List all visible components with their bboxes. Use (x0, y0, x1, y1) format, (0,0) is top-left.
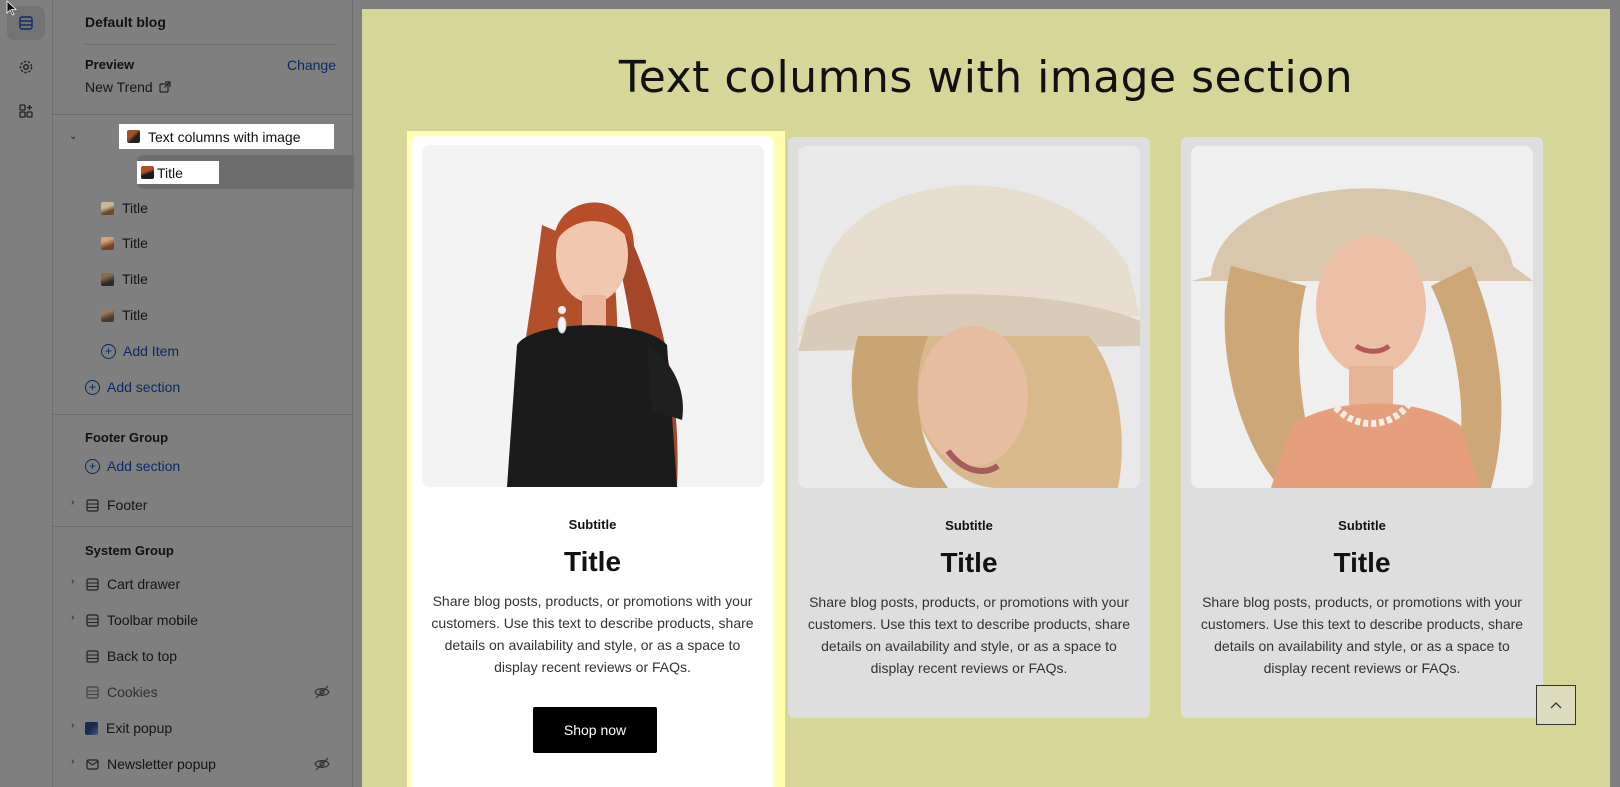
section-label: Toolbar mobile (107, 612, 199, 628)
block-label: Title (122, 200, 148, 216)
system-group-title: System Group (85, 543, 174, 558)
section-label: Cookies (107, 684, 158, 700)
section-label: Exit popup (106, 720, 173, 736)
column-subtitle: Subtitle (568, 517, 617, 532)
preview-page: Text columns with image section Subtitle… (362, 9, 1610, 787)
add-section-label: Add section (107, 379, 181, 395)
divider (53, 114, 352, 115)
column-description: Share blog posts, products, or promotion… (431, 593, 754, 675)
column-image (422, 145, 764, 487)
column-title: Title (563, 546, 622, 577)
plus-circle-icon: + (85, 379, 100, 395)
plus-circle-icon: + (85, 458, 100, 474)
add-item-label: Add Item (123, 343, 180, 359)
column-description: Share blog posts, products, or promotion… (807, 594, 1131, 676)
block-item-1[interactable]: Title (137, 161, 219, 184)
system-item-cart-drawer[interactable]: Cart drawer (85, 573, 180, 595)
column-card-body: Subtitle Title Share blog posts, product… (412, 136, 773, 787)
column-image (798, 146, 1140, 488)
system-item-back-to-top[interactable]: Back to top (85, 645, 177, 667)
preview-canvas: Text columns with image section Subtitle… (354, 0, 1620, 787)
eye-hidden-icon[interactable] (314, 685, 330, 704)
section-thumbnail-icon (127, 130, 140, 143)
icon-rail (0, 0, 53, 787)
plus-circle-icon: + (101, 343, 116, 359)
block-item-4[interactable]: Title (101, 268, 148, 290)
block-label: Title (122, 235, 148, 251)
chevron-right-icon[interactable]: › (71, 612, 74, 623)
column-card-1-selected[interactable]: Subtitle Title Share blog posts, product… (407, 131, 785, 787)
system-item-newsletter-popup[interactable]: Newsletter popup (85, 753, 216, 775)
change-link[interactable]: Change (287, 57, 336, 73)
back-to-top-button[interactable] (1536, 685, 1576, 725)
mouse-cursor-icon (6, 0, 18, 21)
layout-icon (85, 613, 99, 627)
block-item-2[interactable]: Title (101, 197, 148, 219)
chevron-down-icon[interactable]: ⌄ (69, 131, 77, 142)
layout-icon (85, 498, 99, 512)
chevron-right-icon[interactable]: › (71, 756, 74, 767)
column-title: Title (940, 547, 998, 578)
sidebar: Default blog Preview Change New Trend ⌄ … (53, 0, 393, 787)
chevron-right-icon[interactable]: › (71, 576, 74, 587)
block-label: Title (122, 271, 148, 287)
footer-group-title: Footer Group (85, 430, 169, 445)
settings-gear-icon[interactable] (7, 50, 45, 84)
column-title: Title (1333, 547, 1391, 578)
column-card-3[interactable]: Subtitle Title Share blog posts, product… (1181, 137, 1543, 718)
chevron-up-icon (1550, 702, 1562, 709)
external-link-icon (159, 81, 171, 93)
divider (53, 414, 352, 415)
system-item-toolbar-mobile[interactable]: Toolbar mobile (85, 609, 198, 631)
block-label: Title (122, 307, 148, 323)
store-title: Default blog (85, 14, 166, 30)
add-section-button[interactable]: + Add section (85, 379, 180, 395)
column-subtitle: Subtitle (945, 518, 993, 533)
section-text-columns-with-image[interactable]: Text columns with image (119, 124, 334, 149)
section-name: Text columns with image (148, 128, 301, 145)
block-thumbnail-icon (141, 166, 154, 179)
popup-thumbnail-icon (85, 721, 98, 735)
column-image (1191, 146, 1533, 488)
block-item-5[interactable]: Title (101, 304, 148, 326)
footer-add-section-button[interactable]: + Add section (85, 458, 180, 474)
layout-icon (85, 649, 99, 663)
layout-icon (85, 577, 99, 591)
block-thumbnail-icon (101, 308, 114, 322)
preview-page-name: New Trend (85, 79, 153, 95)
shop-now-button[interactable]: Shop now (533, 707, 657, 753)
scrollbar-gutter (1610, 0, 1620, 787)
mail-icon (85, 757, 99, 771)
chevron-right-icon[interactable]: › (71, 720, 74, 731)
preview-label: Preview (85, 57, 135, 72)
system-item-cookies[interactable]: Cookies (85, 681, 158, 703)
add-section-label: Add section (107, 458, 181, 474)
layout-icon (85, 685, 99, 699)
section-label: Footer (107, 497, 148, 513)
section-label: Cart drawer (107, 576, 181, 592)
divider (85, 44, 336, 45)
footer-section-item[interactable]: Footer (85, 494, 147, 516)
column-card-2[interactable]: Subtitle Title Share blog posts, product… (788, 137, 1150, 718)
section-label: Newsletter popup (107, 756, 216, 772)
block-thumbnail-icon (101, 236, 114, 250)
block-thumbnail-icon (101, 272, 114, 286)
chevron-right-icon[interactable]: › (71, 497, 74, 508)
system-item-exit-popup[interactable]: Exit popup (85, 717, 172, 739)
preview-value[interactable]: New Trend (85, 79, 171, 95)
add-item-button[interactable]: + Add Item (101, 343, 179, 359)
block-item-3[interactable]: Title (101, 232, 148, 254)
column-description: Share blog posts, products, or promotion… (1200, 594, 1524, 676)
eye-hidden-icon[interactable] (314, 757, 330, 776)
block-thumbnail-icon (101, 201, 114, 215)
section-heading: Text columns with image section (618, 52, 1354, 103)
column-subtitle: Subtitle (1338, 518, 1386, 533)
apps-icon[interactable] (7, 94, 45, 128)
block-label: Title (157, 164, 183, 181)
section-label: Back to top (107, 648, 178, 664)
divider (53, 526, 352, 527)
